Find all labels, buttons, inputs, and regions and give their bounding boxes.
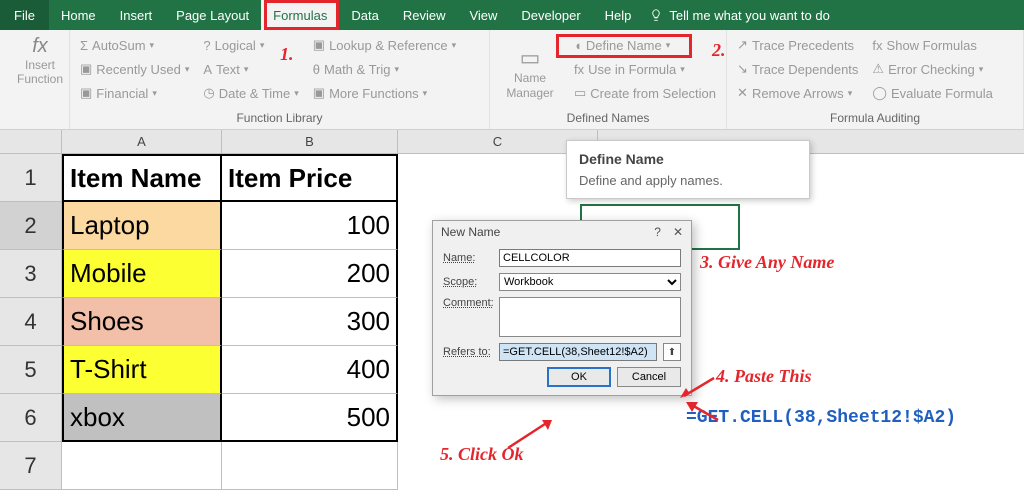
trace-precedents-button[interactable]: ↗ Trace Precedents bbox=[737, 34, 858, 56]
tab-formulas[interactable]: Formulas bbox=[261, 0, 339, 30]
evaluate-formula-button[interactable]: ◯ Evaluate Formula bbox=[872, 82, 992, 104]
cell-a5[interactable]: T-Shirt bbox=[62, 346, 222, 394]
ok-button[interactable]: OK bbox=[547, 367, 611, 387]
cell-a4[interactable]: Shoes bbox=[62, 298, 222, 346]
help-icon[interactable]: ? bbox=[654, 225, 661, 239]
name-input[interactable] bbox=[499, 249, 681, 267]
close-icon[interactable]: ✕ bbox=[673, 225, 683, 239]
cancel-button[interactable]: Cancel bbox=[617, 367, 681, 387]
tell-me[interactable]: Tell me what you want to do bbox=[649, 8, 829, 23]
define-name-tooltip: Define Name Define and apply names. bbox=[566, 140, 810, 199]
row-header[interactable]: 4 bbox=[0, 298, 62, 346]
financial-button[interactable]: ▣ Financial bbox=[80, 82, 189, 104]
cell-a6[interactable]: xbox bbox=[62, 394, 222, 442]
recently-used-button[interactable]: ▣ Recently Used bbox=[80, 58, 189, 80]
tab-page-layout[interactable]: Page Layout bbox=[164, 0, 261, 30]
cell-a3[interactable]: Mobile bbox=[62, 250, 222, 298]
table-row: 1 Item Name Item Price bbox=[0, 154, 1024, 202]
tooltip-body: Define and apply names. bbox=[579, 173, 797, 188]
dialog-title: New Name bbox=[441, 225, 500, 239]
function-library-label: Function Library bbox=[80, 111, 479, 127]
insert-function-button[interactable]: fx Insert Function bbox=[10, 34, 70, 87]
trace-dependents-button[interactable]: ↘ Trace Dependents bbox=[737, 58, 858, 80]
name-manager-label: Name Manager bbox=[500, 71, 560, 100]
tooltip-title: Define Name bbox=[579, 151, 797, 167]
group-formula-auditing: ↗ Trace Precedents ↘ Trace Dependents ✕ … bbox=[727, 30, 1024, 129]
annotation-formula: =GET.CELL(38,Sheet12!$A2) bbox=[686, 408, 956, 428]
tab-help[interactable]: Help bbox=[593, 0, 644, 30]
row-header[interactable]: 7 bbox=[0, 442, 62, 490]
tab-home[interactable]: Home bbox=[49, 0, 108, 30]
cell-b5[interactable]: 400 bbox=[222, 346, 398, 394]
group-defined-names: ▭ Name Manager ◖ Define Name fx Use in F… bbox=[490, 30, 727, 129]
lightbulb-icon bbox=[649, 8, 663, 22]
tab-view[interactable]: View bbox=[457, 0, 509, 30]
select-all[interactable] bbox=[0, 130, 62, 153]
cell-b6[interactable]: 500 bbox=[222, 394, 398, 442]
cell-a7[interactable] bbox=[62, 442, 222, 490]
cell-a2[interactable]: Laptop bbox=[62, 202, 222, 250]
group-insert-function: fx Insert Function bbox=[0, 30, 70, 129]
cell-b2[interactable]: 100 bbox=[222, 202, 398, 250]
insert-function-label: Insert Function bbox=[10, 58, 70, 87]
define-name-button[interactable]: ◖ Define Name bbox=[574, 34, 716, 56]
tab-file[interactable]: File bbox=[0, 0, 49, 30]
header-item-price[interactable]: Item Price bbox=[222, 154, 398, 202]
show-formulas-button[interactable]: fx Show Formulas bbox=[872, 34, 992, 56]
fx-icon: fx bbox=[32, 34, 48, 58]
collapse-dialog-icon[interactable]: ⬆ bbox=[663, 343, 681, 361]
cell-b4[interactable]: 300 bbox=[222, 298, 398, 346]
refers-to-input[interactable] bbox=[499, 343, 657, 361]
defined-names-label: Defined Names bbox=[500, 111, 716, 127]
menubar: File Home Insert Page Layout Formulas Da… bbox=[0, 0, 1024, 30]
create-from-selection-button[interactable]: ▭ Create from Selection bbox=[574, 82, 716, 104]
arrow-icon bbox=[504, 418, 554, 454]
dialog-titlebar[interactable]: New Name ? ✕ bbox=[433, 221, 691, 243]
tab-insert[interactable]: Insert bbox=[108, 0, 165, 30]
cell-b3[interactable]: 200 bbox=[222, 250, 398, 298]
error-checking-button[interactable]: ⚠ Error Checking bbox=[872, 58, 992, 80]
row-header[interactable]: 2 bbox=[0, 202, 62, 250]
autosum-button[interactable]: Σ AutoSum bbox=[80, 34, 189, 56]
formula-auditing-label: Formula Auditing bbox=[737, 111, 1013, 127]
name-manager-button[interactable]: ▭ Name Manager bbox=[500, 34, 560, 111]
more-functions-button[interactable]: ▣ More Functions bbox=[313, 82, 456, 104]
row-header[interactable]: 3 bbox=[0, 250, 62, 298]
remove-arrows-button[interactable]: ✕ Remove Arrows bbox=[737, 82, 858, 104]
arrow-icon bbox=[686, 400, 726, 430]
column-headers: A B C bbox=[0, 130, 1024, 154]
tab-developer[interactable]: Developer bbox=[509, 0, 592, 30]
new-name-dialog: New Name ? ✕ Name: Scope: Workbook Comme… bbox=[432, 220, 692, 396]
row-header[interactable]: 1 bbox=[0, 154, 62, 202]
math-trig-button[interactable]: θ Math & Trig bbox=[313, 58, 456, 80]
name-label: Name: bbox=[443, 252, 493, 264]
annotation-1: 1. bbox=[280, 44, 294, 65]
annotation-3: 3. Give Any Name bbox=[700, 252, 834, 273]
col-header-a[interactable]: A bbox=[62, 130, 222, 153]
tab-data[interactable]: Data bbox=[339, 0, 390, 30]
lookup-reference-button[interactable]: ▣ Lookup & Reference bbox=[313, 34, 456, 56]
row-header[interactable]: 6 bbox=[0, 394, 62, 442]
comment-textarea[interactable] bbox=[499, 297, 681, 337]
annotation-4: 4. Paste This bbox=[716, 366, 812, 387]
comment-label: Comment: bbox=[443, 297, 493, 309]
header-item-name[interactable]: Item Name bbox=[62, 154, 222, 202]
date-time-button[interactable]: ◷ Date & Time bbox=[203, 82, 298, 104]
annotation-2: 2. bbox=[712, 40, 726, 61]
scope-select[interactable]: Workbook bbox=[499, 273, 681, 291]
refers-to-label: Refers to: bbox=[443, 346, 493, 358]
tell-me-label: Tell me what you want to do bbox=[669, 8, 829, 23]
use-in-formula-button[interactable]: fx Use in Formula bbox=[574, 58, 716, 80]
tab-review[interactable]: Review bbox=[391, 0, 458, 30]
row-header[interactable]: 5 bbox=[0, 346, 62, 394]
col-header-b[interactable]: B bbox=[222, 130, 398, 153]
cell-b7[interactable] bbox=[222, 442, 398, 490]
scope-label: Scope: bbox=[443, 276, 493, 288]
name-manager-icon: ▭ bbox=[520, 45, 541, 71]
ribbon: fx Insert Function Σ AutoSum ▣ Recently … bbox=[0, 30, 1024, 130]
